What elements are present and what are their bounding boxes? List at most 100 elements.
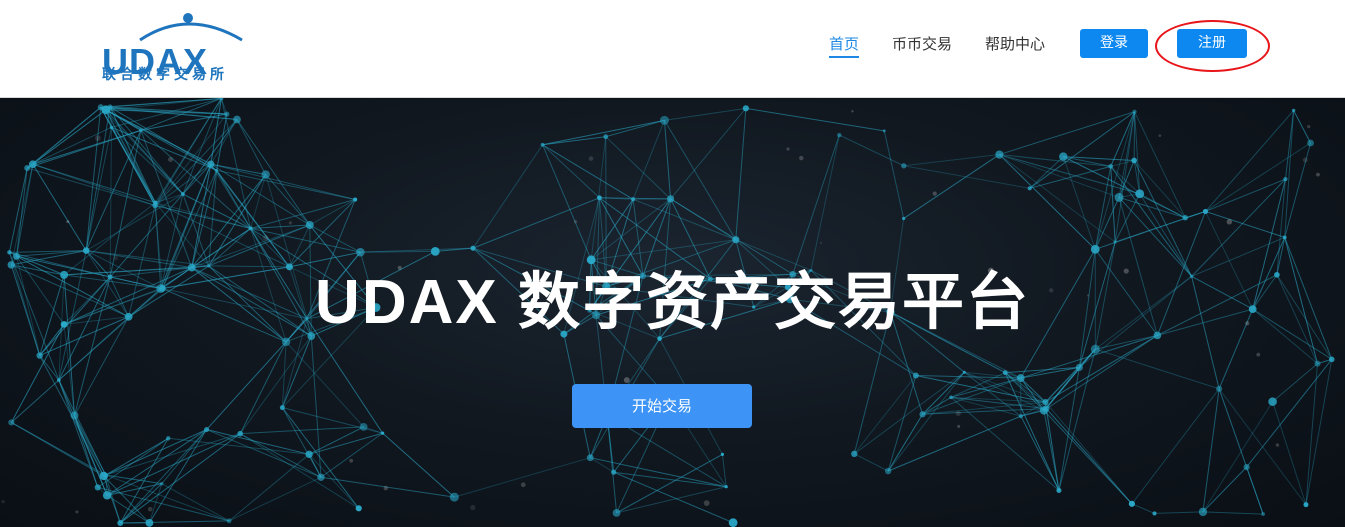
register-button[interactable]: 注册 <box>1177 29 1247 58</box>
udax-logo[interactable]: UDAX 联合数字交易所 <box>100 10 252 86</box>
site-header: UDAX 联合数字交易所 首页 币币交易 帮助中心 登录 注册 <box>0 0 1345 98</box>
bokeh-dot <box>147 506 153 512</box>
network-node <box>1002 370 1008 376</box>
network-node <box>380 431 385 435</box>
network-node <box>449 492 459 502</box>
network-node <box>279 405 285 411</box>
network-line <box>1246 359 1333 468</box>
network-node <box>226 518 232 524</box>
network-line <box>1202 401 1274 513</box>
network-node <box>742 105 749 112</box>
network-line <box>1202 466 1247 513</box>
start-trading-button[interactable]: 开始交易 <box>572 384 752 428</box>
network-node <box>732 236 740 244</box>
network-node <box>28 160 37 169</box>
network-node <box>1075 363 1083 371</box>
nav-home-link[interactable]: 首页 <box>829 30 860 60</box>
network-line <box>119 438 169 524</box>
network-line <box>1131 503 1155 514</box>
network-node <box>1042 399 1049 406</box>
network-line <box>1134 111 1186 218</box>
network-line <box>1205 210 1285 238</box>
network-node <box>901 163 907 169</box>
bokeh-dot <box>1 499 5 504</box>
network-line <box>1276 179 1286 275</box>
network-line <box>106 433 241 496</box>
nav-help-link[interactable]: 帮助中心 <box>985 30 1045 60</box>
network-node <box>837 132 842 138</box>
network-node <box>233 115 241 124</box>
network-line <box>1043 334 1158 411</box>
network-node <box>117 519 124 526</box>
network-line <box>883 130 905 219</box>
network-node <box>962 370 966 374</box>
network-line <box>161 483 230 522</box>
network-line <box>105 474 230 522</box>
network-line <box>599 197 711 280</box>
network-line <box>1110 166 1116 242</box>
network-node <box>882 129 886 133</box>
network-node <box>1283 177 1288 182</box>
network-line <box>1004 372 1047 409</box>
bokeh-dot <box>262 235 269 241</box>
network-node <box>13 252 20 260</box>
network-node <box>1182 214 1188 221</box>
network-line <box>887 415 1022 472</box>
network-line <box>922 377 1021 415</box>
network-line <box>664 120 737 240</box>
network-node <box>1113 240 1117 244</box>
network-node <box>728 518 738 527</box>
bokeh-dot <box>94 135 101 142</box>
network-line <box>663 120 672 199</box>
bokeh-dot <box>932 191 937 196</box>
network-line <box>664 107 746 121</box>
network-node <box>1131 157 1137 164</box>
network-node <box>1128 500 1135 507</box>
network-node <box>356 247 365 257</box>
network-node <box>1202 208 1209 215</box>
network-line <box>1305 359 1333 505</box>
network-node <box>611 469 617 475</box>
network-line <box>208 265 290 268</box>
network-node <box>1268 397 1277 406</box>
network-node <box>152 202 158 209</box>
network-line <box>1110 159 1135 167</box>
network-line <box>239 341 287 434</box>
network-line <box>32 126 112 165</box>
network-node <box>57 378 61 382</box>
network-node <box>1198 507 1208 517</box>
network-node <box>586 454 594 462</box>
network-line <box>168 437 310 455</box>
network-node <box>919 411 926 418</box>
network-line <box>792 134 840 275</box>
network-line <box>216 113 228 171</box>
network-node <box>36 352 43 359</box>
network-line <box>1191 178 1286 277</box>
network-node <box>109 125 114 130</box>
network-node <box>1303 502 1309 508</box>
network-node <box>659 115 669 125</box>
login-button[interactable]: 登录 <box>1080 29 1148 58</box>
network-node <box>317 473 325 481</box>
network-line <box>1272 401 1307 505</box>
bokeh-dot <box>66 220 70 224</box>
network-line <box>735 108 747 240</box>
bokeh-dot <box>703 500 710 506</box>
network-line <box>1205 178 1286 212</box>
network-node <box>224 111 230 117</box>
nav-trade-link[interactable]: 币币交易 <box>892 30 952 60</box>
network-node <box>1291 108 1296 113</box>
network-node <box>248 226 253 231</box>
network-line <box>103 429 207 477</box>
network-line <box>106 429 207 496</box>
network-node <box>1090 244 1100 254</box>
bokeh-dot <box>1302 157 1308 163</box>
bokeh-dot <box>786 147 790 151</box>
network-node <box>586 255 596 265</box>
network-line <box>74 415 105 477</box>
network-node <box>1314 360 1321 367</box>
bokeh-dot <box>1256 352 1261 357</box>
network-line <box>239 335 312 434</box>
network-line <box>999 154 1096 250</box>
network-line <box>85 193 184 252</box>
